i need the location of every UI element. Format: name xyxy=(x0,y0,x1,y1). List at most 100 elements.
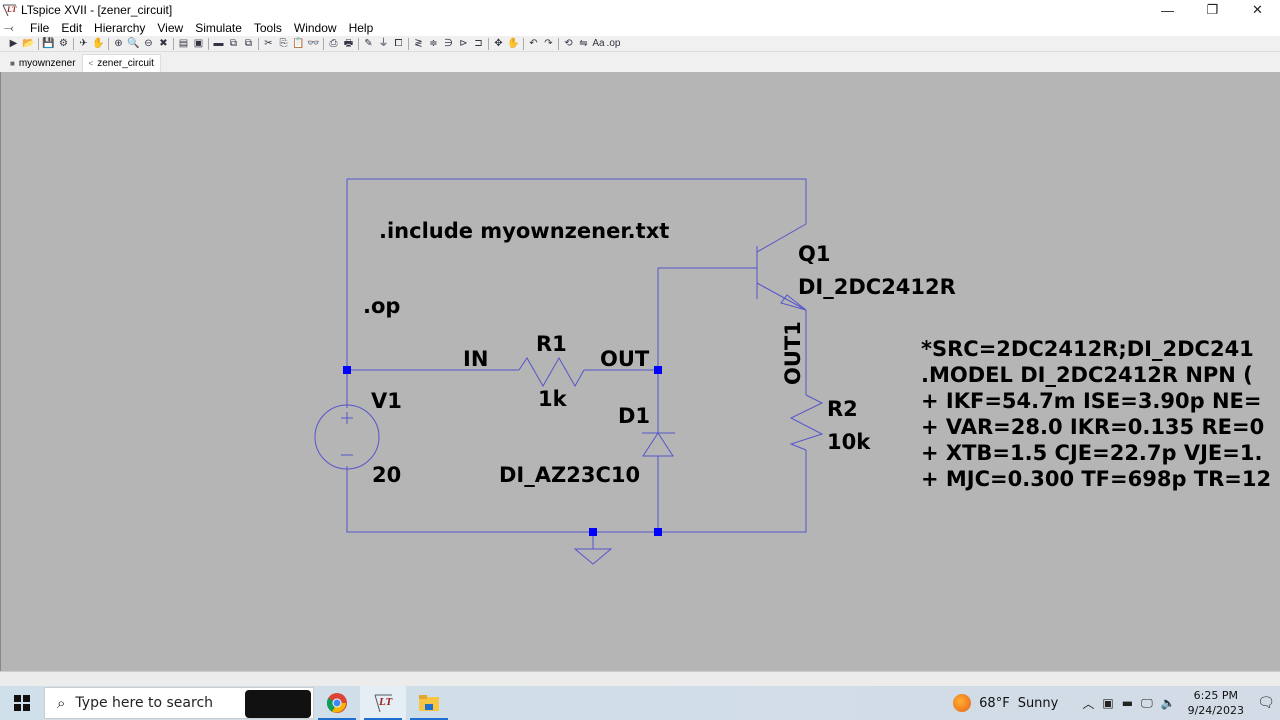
ground-icon[interactable]: ⏚ xyxy=(376,37,391,51)
ground-symbol xyxy=(573,548,613,565)
spice-directive-icon[interactable]: .op xyxy=(606,37,621,51)
control-panel-icon[interactable]: ⚙ xyxy=(56,37,71,51)
menu-window[interactable]: Window xyxy=(288,21,343,35)
menu-simulate[interactable]: Simulate xyxy=(189,21,248,35)
label-net-icon[interactable]: ⧠ xyxy=(391,37,406,51)
toolbar-separator xyxy=(358,37,359,50)
battery-icon[interactable]: ▬ xyxy=(1122,696,1133,710)
tab-myownzener[interactable]: ■ myownzener xyxy=(4,54,82,72)
apple-app-button[interactable] xyxy=(245,690,311,718)
autoscale-icon[interactable]: ▤ xyxy=(176,37,191,51)
capacitor-icon[interactable]: ≑ xyxy=(426,37,441,51)
hierarchy-back-icon[interactable]: ⤙ xyxy=(4,21,20,36)
net-label-in[interactable]: IN xyxy=(463,347,488,371)
draw-wire-icon[interactable]: ✎ xyxy=(361,37,376,51)
d1-value[interactable]: DI_AZ23C10 xyxy=(499,463,640,487)
notification-center-button[interactable]: 🗨 xyxy=(1252,691,1280,715)
d1-name[interactable]: D1 xyxy=(618,404,650,428)
toolbar-separator xyxy=(558,37,559,50)
net-label-out1[interactable]: OUT1 xyxy=(781,321,805,385)
ltspice-icon: LT xyxy=(374,694,394,713)
toolbar-separator xyxy=(408,37,409,50)
zoom-out-icon[interactable]: ⊖ xyxy=(141,37,156,51)
diode-icon[interactable]: ⊳ xyxy=(456,37,471,51)
close-button[interactable]: ✕ xyxy=(1235,0,1280,20)
find-icon[interactable]: 👓 xyxy=(306,37,321,51)
halt-icon[interactable]: ✈ xyxy=(76,37,91,51)
minimize-button[interactable]: — xyxy=(1145,0,1190,20)
svg-text:LT: LT xyxy=(6,5,18,14)
taskbar-file-explorer[interactable] xyxy=(406,686,452,720)
menu-edit[interactable]: Edit xyxy=(55,21,88,35)
weather-condition[interactable]: Sunny xyxy=(1018,696,1059,711)
tab-label: zener_circuit xyxy=(97,58,154,69)
print-icon[interactable]: 🖶 xyxy=(341,37,356,51)
toolbar-separator xyxy=(208,37,209,50)
zoom-area-icon[interactable]: 🔍 xyxy=(126,37,141,51)
save-icon[interactable]: 💾 xyxy=(41,37,56,51)
pan-icon[interactable]: ✋ xyxy=(91,37,106,51)
restore-button[interactable]: ❐ xyxy=(1190,0,1235,20)
taskbar-chrome[interactable] xyxy=(314,686,360,720)
menu-help[interactable]: Help xyxy=(343,21,380,35)
include-directive[interactable]: .include myownzener.txt xyxy=(379,219,669,243)
open-icon[interactable]: 📂 xyxy=(21,37,36,51)
zoom-cancel-icon[interactable]: ✖ xyxy=(156,37,171,51)
search-icon: ⌕ xyxy=(57,694,66,712)
net-label-out[interactable]: OUT xyxy=(600,347,650,371)
menu-file[interactable]: File xyxy=(24,21,55,35)
r1-name[interactable]: R1 xyxy=(536,332,567,356)
network-icon[interactable]: 🖵 xyxy=(1141,696,1153,711)
q1-name[interactable]: Q1 xyxy=(798,242,830,266)
svg-text:LT: LT xyxy=(378,696,394,708)
menu-tools[interactable]: Tools xyxy=(248,21,288,35)
cut-icon[interactable]: ✂ xyxy=(261,37,276,51)
move-icon[interactable]: ✥ xyxy=(491,37,506,51)
toolbar-separator xyxy=(258,37,259,50)
model-directive[interactable]: *SRC=2DC2412R;DI_2DC241 .MODEL DI_2DC241… xyxy=(921,337,1271,491)
op-directive[interactable]: .op xyxy=(363,294,400,318)
zener-diode-d1 xyxy=(642,432,675,457)
taskbar-search[interactable]: ⌕ Type here to search xyxy=(44,687,314,719)
start-button[interactable] xyxy=(0,686,44,720)
zoom-in-icon[interactable]: ⊕ xyxy=(111,37,126,51)
model-line: .MODEL DI_2DC2412R NPN ( xyxy=(921,363,1253,387)
component-icon[interactable]: ⊐ xyxy=(471,37,486,51)
inductor-icon[interactable]: ∋ xyxy=(441,37,456,51)
zoom-fit-icon[interactable]: ▣ xyxy=(191,37,206,51)
tile-vertical-icon[interactable]: ⧉ xyxy=(241,37,256,51)
print-preview-icon[interactable]: ⎙ xyxy=(326,37,341,51)
clock[interactable]: 6:25 PM 9/24/2023 xyxy=(1188,688,1244,718)
taskbar-ltspice[interactable]: LT xyxy=(360,686,406,720)
undo-icon[interactable]: ↶ xyxy=(526,37,541,51)
menu-hierarchy[interactable]: Hierarchy xyxy=(88,21,151,35)
redo-icon[interactable]: ↷ xyxy=(541,37,556,51)
copy-icon[interactable]: ⎘ xyxy=(276,37,291,51)
q1-value[interactable]: DI_2DC2412R xyxy=(798,275,956,299)
v1-name[interactable]: V1 xyxy=(371,389,402,413)
meet-now-icon[interactable]: ▣ xyxy=(1102,696,1113,710)
resistor-icon[interactable]: ≷ xyxy=(411,37,426,51)
menu-view[interactable]: View xyxy=(151,21,189,35)
run-icon[interactable]: ▶ xyxy=(6,37,21,51)
chevron-up-icon[interactable]: ︿ xyxy=(1082,695,1094,712)
clock-time: 6:25 PM xyxy=(1193,689,1238,702)
drag-icon[interactable]: ✋ xyxy=(506,37,521,51)
cascade-icon[interactable]: ⧉ xyxy=(226,37,241,51)
schematic-canvas[interactable]: .include myownzener.txt .op IN OUT R1 1k… xyxy=(0,72,1280,671)
weather-sun-icon[interactable] xyxy=(953,694,972,712)
text-icon[interactable]: Aa xyxy=(591,37,606,51)
notification-icon: 🗨 xyxy=(1257,695,1275,711)
tab-zener-circuit[interactable]: < zener_circuit xyxy=(81,54,161,72)
paste-icon[interactable]: 📋 xyxy=(291,37,306,51)
weather-temp[interactable]: 68°F xyxy=(979,696,1010,711)
r2-name[interactable]: R2 xyxy=(827,397,858,421)
r1-value[interactable]: 1k xyxy=(538,387,568,411)
mirror-icon[interactable]: ⇋ xyxy=(576,37,591,51)
tile-horizontal-icon[interactable]: ▬ xyxy=(211,37,226,51)
document-icon: ■ xyxy=(10,58,15,68)
v1-value[interactable]: 20 xyxy=(372,463,401,487)
rotate-icon[interactable]: ⟲ xyxy=(561,37,576,51)
r2-value[interactable]: 10k xyxy=(827,430,871,454)
volume-icon[interactable]: 🔈 xyxy=(1161,696,1176,710)
